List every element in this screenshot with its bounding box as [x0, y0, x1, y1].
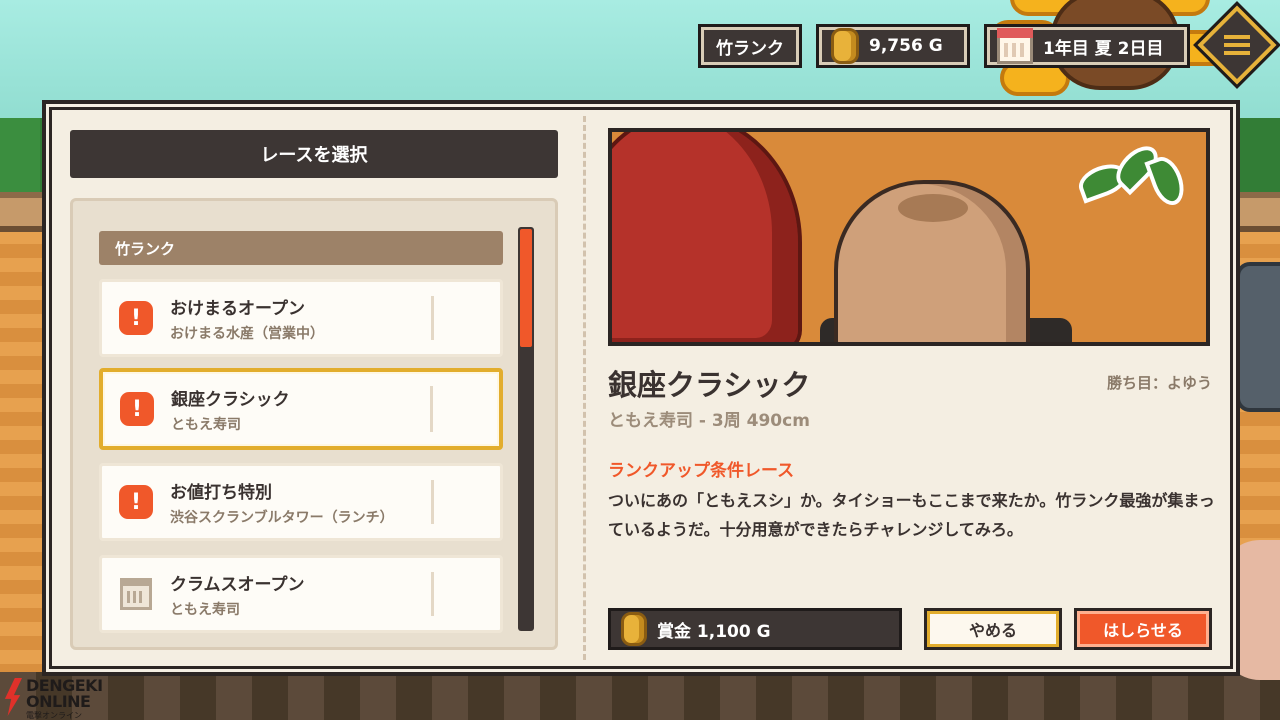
- prize-amount: 賞金 1,100 G: [657, 621, 771, 642]
- coin-icon: [831, 28, 859, 64]
- gold-indicator: 9,756 G: [816, 24, 970, 68]
- cancel-button[interactable]: やめる: [924, 608, 1062, 650]
- prize-indicator: 賞金 1,100 G: [608, 608, 902, 650]
- coin-icon: [621, 612, 647, 646]
- kettle-illustration: [612, 132, 802, 342]
- conveyor-belt: [0, 672, 1280, 720]
- rank-label: 竹ランク: [716, 38, 784, 59]
- date-indicator: 1年目 夏 2日目: [984, 24, 1190, 68]
- hamburger-icon[interactable]: [1224, 32, 1250, 58]
- calendar-icon: [997, 28, 1033, 64]
- watermark-subtext: 電撃オンライン: [26, 711, 82, 720]
- run-race-button[interactable]: はしらせる: [1074, 608, 1212, 650]
- watermark-text: DENGEKI ONLINE: [26, 676, 103, 711]
- race-venue-distance: ともえ寿司 - 3周 490cm: [608, 411, 810, 431]
- race-preview-image: [608, 128, 1210, 346]
- rank-up-condition-label: ランクアップ条件レース: [608, 461, 795, 481]
- bamboo-leaf-icon: [1074, 138, 1196, 224]
- win-chance: 勝ち目：よゆう: [1106, 374, 1212, 392]
- race-description: ついにあの「ともえスシ」か。タイショーもここまで来たか。竹ランク最強が集まってい…: [608, 491, 1215, 539]
- race-title: 銀座クラシック: [608, 368, 811, 402]
- gold-amount: 9,756 G: [869, 36, 943, 56]
- rank-indicator: 竹ランク: [698, 24, 802, 68]
- dengeki-online-watermark: DENGEKI ONLINE 電撃オンライン: [4, 676, 134, 720]
- side-pot-decoration: [1236, 262, 1280, 412]
- teacup-illustration: [834, 180, 1030, 342]
- date-label: 1年目 夏 2日目: [1043, 38, 1164, 59]
- lightning-icon: [4, 678, 22, 716]
- race-detail-panel: 銀座クラシック 勝ち目：よゆう ともえ寿司 - 3周 490cm ランクアップ条…: [42, 100, 1240, 676]
